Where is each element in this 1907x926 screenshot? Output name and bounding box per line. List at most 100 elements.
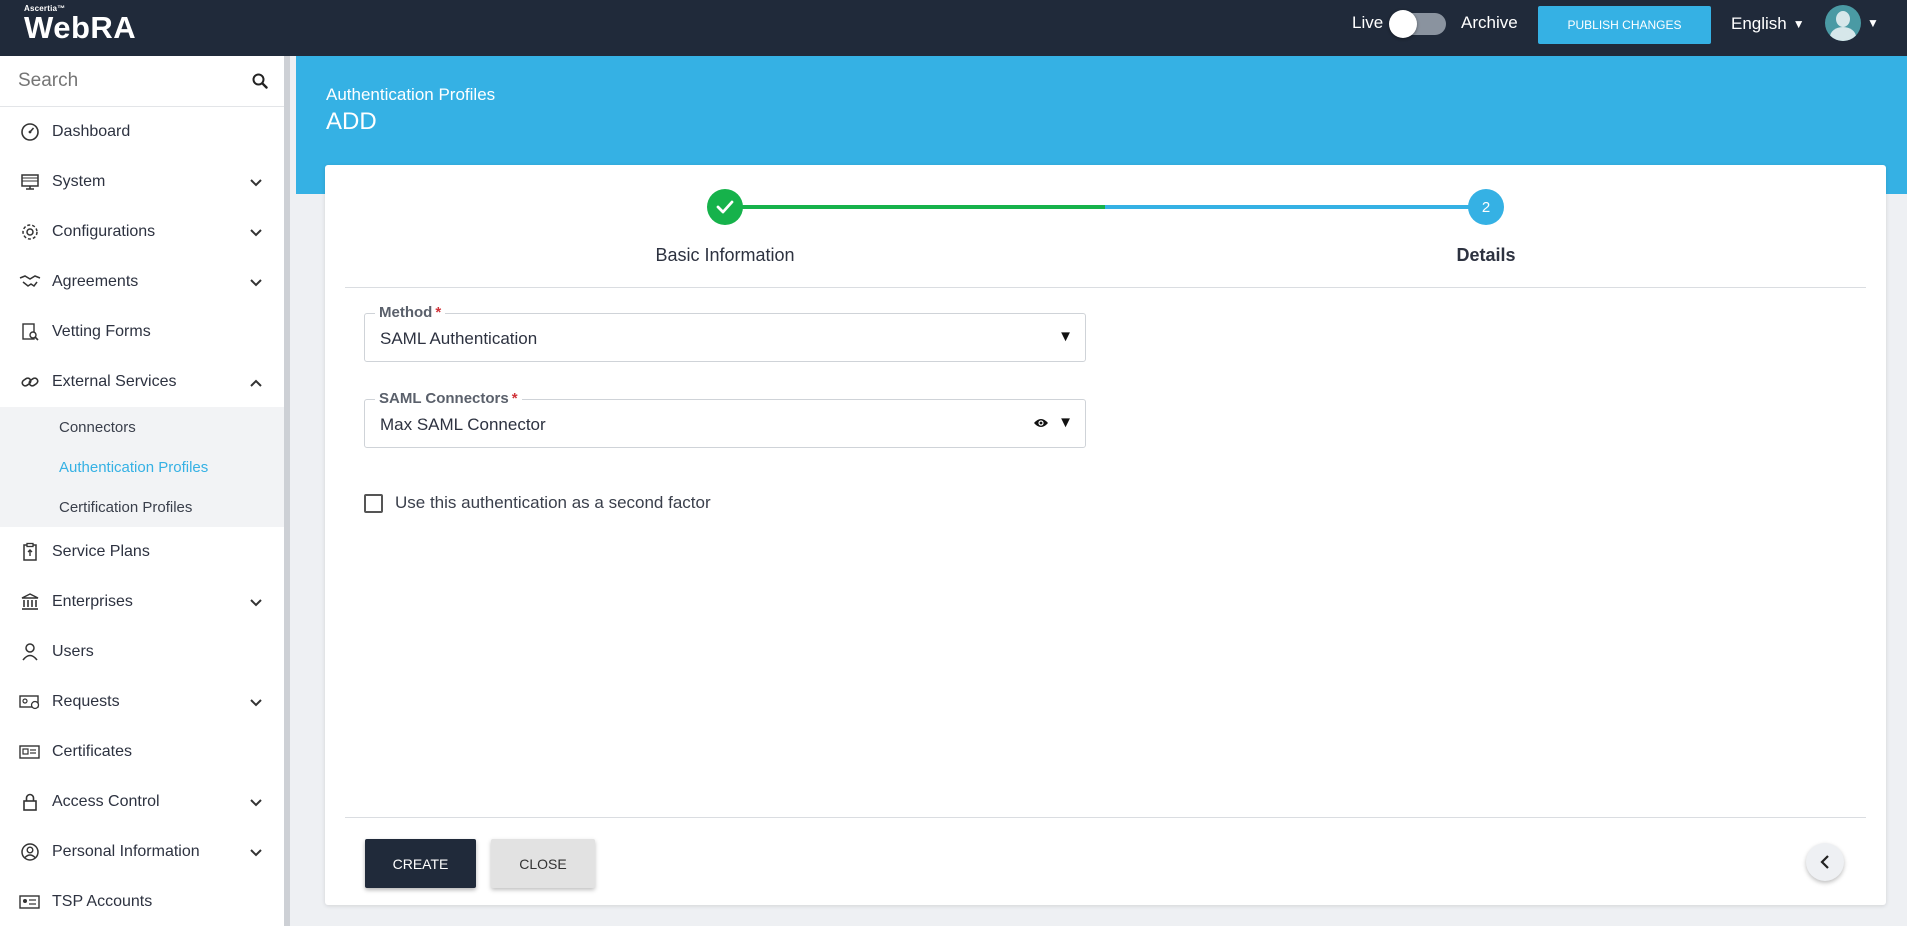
live-label-wrap: Live [1352, 0, 1383, 46]
second-factor-label[interactable]: Use this authentication as a second fact… [395, 493, 711, 513]
step-2-label[interactable]: Details [1336, 245, 1636, 266]
chevron-up-icon[interactable] [250, 374, 262, 392]
sidebar-item-configurations[interactable]: Configurations [0, 207, 284, 257]
chevron-down-icon[interactable] [250, 594, 262, 612]
live-label: Live [1352, 13, 1384, 32]
form-card: 2 Basic Information Details Method * SAML… [325, 165, 1886, 905]
sidebar-item-label: System [52, 173, 106, 190]
search-input[interactable] [18, 70, 248, 92]
person-circle-icon [19, 841, 41, 863]
stepper: 2 Basic Information Details [325, 165, 1886, 288]
sidebar-subitem-authentication-profiles[interactable]: Authentication Profiles [0, 447, 284, 487]
sidebar-item-label: External Services [52, 373, 177, 390]
sidebar-item-label: Users [52, 643, 94, 660]
step-2-indicator[interactable]: 2 [1468, 189, 1504, 225]
handshake-icon [19, 271, 41, 293]
saml-connectors-label: SAML Connectors * [375, 390, 522, 407]
eye-icon[interactable] [1033, 416, 1049, 434]
sidebar-item-external-services[interactable]: External Services [0, 357, 284, 407]
sidebar-item-vetting-forms[interactable]: Vetting Forms [0, 307, 284, 357]
archive-label-wrap: Archive [1461, 0, 1518, 46]
method-value: SAML Authentication [380, 329, 538, 348]
breadcrumb[interactable]: Authentication Profiles [326, 85, 495, 105]
sidebar-subitem-connectors[interactable]: Connectors [0, 407, 284, 447]
live-archive-toggle[interactable] [1389, 10, 1446, 38]
create-button[interactable]: CREATE [365, 839, 476, 888]
chevron-down-icon[interactable] [250, 794, 262, 812]
sidebar-item-certificates[interactable]: Certificates [0, 727, 284, 777]
sidebar-item-tsp-accounts[interactable]: TSP Accounts [0, 877, 284, 926]
sidebar-item-label: Access Control [52, 793, 160, 810]
close-button[interactable]: CLOSE [491, 839, 595, 888]
sidebar-item-label: Enterprises [52, 593, 133, 610]
publish-changes-button[interactable]: PUBLISH CHANGES [1538, 6, 1711, 44]
external-services-submenu: Connectors Authentication Profiles Certi… [0, 407, 284, 527]
method-select[interactable]: Method * SAML Authentication ▼ [364, 304, 1086, 362]
sidebar-item-label: Vetting Forms [52, 323, 151, 340]
sidebar-item-label: Agreements [52, 273, 139, 290]
tsp-icon [19, 891, 41, 913]
step-progress-complete [725, 205, 1105, 209]
lock-icon [19, 791, 41, 813]
service-plan-icon [19, 541, 41, 563]
sidebar-item-service-plans[interactable]: Service Plans [0, 527, 284, 577]
sidebar-item-requests[interactable]: Requests [0, 677, 284, 727]
required-marker: * [435, 304, 442, 321]
sidebar-item-agreements[interactable]: Agreements [0, 257, 284, 307]
chevron-down-icon[interactable] [250, 844, 262, 862]
sidebar-item-label: Requests [52, 693, 120, 710]
logo-product-text: WebRA [24, 10, 137, 45]
sidebar-item-dashboard[interactable]: Dashboard [0, 107, 284, 157]
language-label: English [1731, 14, 1787, 33]
bank-icon [19, 591, 41, 613]
sidebar-subitem-certification-profiles[interactable]: Certification Profiles [0, 487, 284, 527]
chevron-down-icon[interactable] [250, 224, 262, 242]
step-1-check-icon[interactable] [707, 189, 743, 225]
sidebar-item-label: Dashboard [52, 123, 131, 140]
user-menu[interactable]: ▼ [1825, 5, 1879, 41]
dropdown-arrow-icon[interactable]: ▼ [1058, 328, 1073, 345]
sidebar-item-label: Certificates [52, 743, 133, 760]
page-title: ADD [326, 108, 377, 135]
user-icon [19, 641, 41, 663]
required-marker: * [511, 390, 518, 407]
caret-down-icon: ▼ [1867, 16, 1879, 30]
link-icon [19, 371, 41, 393]
sidebar-item-access-control[interactable]: Access Control [0, 777, 284, 827]
chevron-down-icon[interactable] [250, 174, 262, 192]
saml-connectors-value: Max SAML Connector [380, 415, 546, 434]
language-selector[interactable]: English ▼ [1731, 14, 1805, 34]
step-1-label[interactable]: Basic Information [575, 245, 875, 266]
step-progress-pending [1105, 205, 1485, 209]
dropdown-arrow-icon[interactable]: ▼ [1058, 414, 1073, 431]
sidebar-item-system[interactable]: System [0, 157, 284, 207]
document-search-icon [19, 321, 41, 343]
sidebar-item-label: TSP Accounts [52, 893, 153, 910]
divider [345, 287, 1866, 288]
dashboard-icon [19, 121, 41, 143]
sidebar-search [0, 56, 284, 107]
sidebar: Dashboard System Configurations Agreemen… [0, 56, 290, 926]
method-label: Method * [375, 304, 446, 321]
request-icon [19, 691, 41, 713]
app-logo[interactable]: Ascertia™ WebRA [24, 4, 136, 43]
archive-label: Archive [1461, 13, 1518, 32]
sidebar-item-enterprises[interactable]: Enterprises [0, 577, 284, 627]
caret-down-icon: ▼ [1792, 17, 1805, 31]
second-factor-option[interactable]: Use this authentication as a second fact… [364, 493, 711, 513]
sidebar-item-personal-information[interactable]: Personal Information [0, 827, 284, 877]
sidebar-item-label: Configurations [52, 223, 156, 240]
saml-connectors-select[interactable]: SAML Connectors * Max SAML Connector ▼ [364, 390, 1086, 448]
search-icon[interactable] [252, 73, 268, 94]
chevron-left-icon[interactable] [1806, 843, 1844, 881]
toggle-knob[interactable] [1389, 10, 1417, 38]
certificate-icon [19, 741, 41, 763]
top-bar: Ascertia™ WebRA Live Archive PUBLISH CHA… [0, 0, 1907, 56]
chevron-down-icon[interactable] [250, 694, 262, 712]
chevron-down-icon[interactable] [250, 274, 262, 292]
avatar[interactable] [1825, 5, 1861, 41]
second-factor-checkbox[interactable] [364, 493, 383, 513]
sidebar-item-label: Service Plans [52, 543, 150, 560]
sidebar-item-users[interactable]: Users [0, 627, 284, 677]
system-icon [19, 171, 41, 193]
